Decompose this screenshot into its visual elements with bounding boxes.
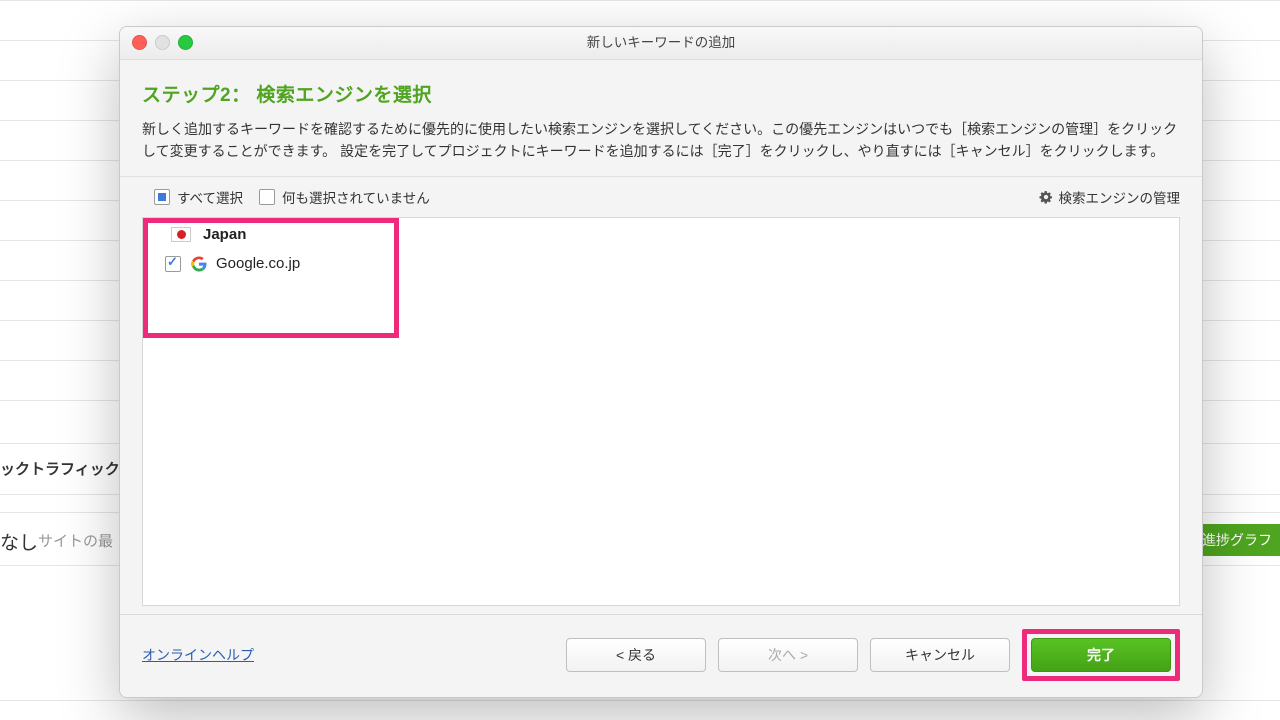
engine-list-panel: Japan Google.co.jp <box>142 217 1180 606</box>
manage-engines-button[interactable]: 検索エンジンの管理 <box>1039 187 1181 207</box>
step-content: ステップ2： 検索エンジンを選択 新しく追加するキーワードを確認するために優先的… <box>120 60 1202 176</box>
select-none-checkbox-icon <box>259 189 275 205</box>
select-all-checkbox-icon <box>154 189 170 205</box>
select-none-label: 何も選択されていません <box>282 187 430 207</box>
traffic-lights <box>132 35 193 50</box>
engine-checkbox[interactable] <box>165 256 181 272</box>
gear-icon <box>1039 190 1053 204</box>
engine-row-google-co-jp[interactable]: Google.co.jp <box>143 249 1179 278</box>
selection-toolbar: すべて選択 何も選択されていません 検索エンジンの管理 <box>120 176 1202 217</box>
zoom-window-icon[interactable] <box>178 35 193 50</box>
country-row-japan[interactable]: Japan <box>143 218 1179 249</box>
bg-label-none: なし <box>0 528 38 555</box>
add-keyword-modal: 新しいキーワードの追加 ステップ2： 検索エンジンを選択 新しく追加するキーワー… <box>119 26 1203 698</box>
bg-label-traffic: ックトラフィック <box>0 458 120 479</box>
window-title: 新しいキーワードの追加 <box>120 27 1202 59</box>
step-heading: ステップ2： 検索エンジンを選択 <box>142 80 1180 107</box>
manage-engines-label: 検索エンジンの管理 <box>1059 187 1181 207</box>
online-help-link[interactable]: オンラインヘルプ <box>142 645 254 665</box>
select-all-button[interactable]: すべて選択 <box>154 187 243 207</box>
minimize-window-icon[interactable] <box>155 35 170 50</box>
select-all-label: すべて選択 <box>177 187 243 207</box>
country-label: Japan <box>203 226 246 243</box>
close-window-icon[interactable] <box>132 35 147 50</box>
google-icon <box>191 256 207 272</box>
engine-label: Google.co.jp <box>216 255 300 272</box>
bg-progress-graph-button[interactable]: 進捗グラフ <box>1194 524 1280 556</box>
back-button[interactable]: < 戻る <box>566 638 706 672</box>
bg-label-site: サイトの最 <box>38 530 113 551</box>
next-button: 次へ > <box>718 638 858 672</box>
cancel-button[interactable]: キャンセル <box>870 638 1010 672</box>
step-description: 新しく追加するキーワードを確認するために優先的に使用したい検索エンジンを選択して… <box>142 119 1180 162</box>
select-none-button[interactable]: 何も選択されていません <box>259 187 430 207</box>
annotation-highlight-finish: 完了 <box>1022 629 1180 681</box>
titlebar: 新しいキーワードの追加 <box>120 27 1202 60</box>
modal-footer: オンラインヘルプ < 戻る 次へ > キャンセル 完了 <box>120 614 1202 697</box>
japan-flag-icon <box>171 227 191 242</box>
finish-button[interactable]: 完了 <box>1031 638 1171 672</box>
